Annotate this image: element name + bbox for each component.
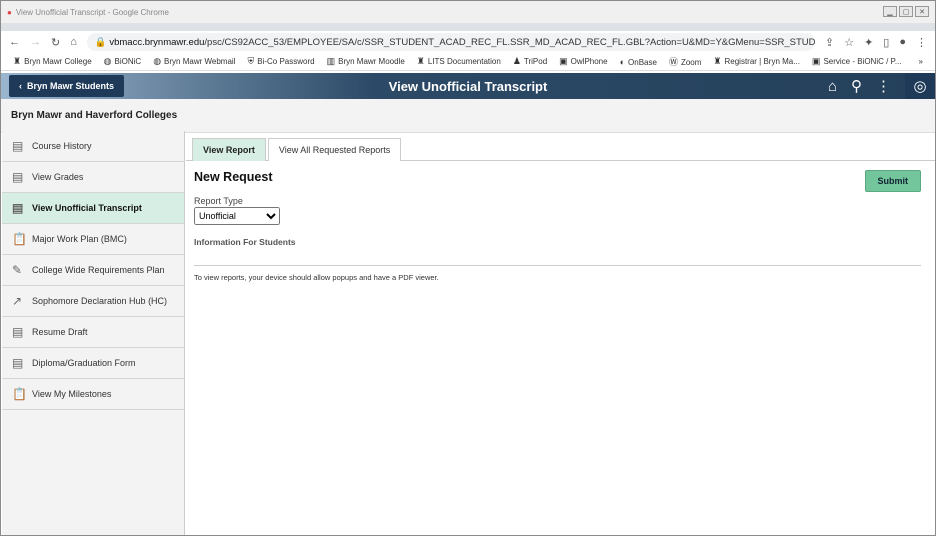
bookmark-item[interactable]: ▣ Service - BiONiC / P... [812, 56, 902, 67]
sidebar-item-icon: ▤ [12, 170, 24, 184]
home-icon[interactable]: ⌂ [828, 78, 837, 95]
bookmark-item[interactable]: ◍ Bryn Mawr Webmail [153, 56, 235, 67]
bookmark-icon: ♜ [416, 56, 425, 66]
menu-icon[interactable]: ⋮ [916, 36, 927, 49]
bookmark-icon: ♜ [713, 56, 722, 66]
bookmark-icon: ◍ [153, 56, 162, 66]
bookmark-icon: ♜ [13, 56, 22, 66]
browser-tab-strip[interactable] [1, 23, 935, 31]
home-icon[interactable]: ⌂ [70, 36, 77, 48]
sidebar-item[interactable]: ↗ Sophomore Declaration Hub (HC) [2, 286, 184, 317]
divider [194, 265, 921, 266]
star-icon[interactable]: ☆ [844, 36, 854, 49]
bookmark-item[interactable]: ♜ Bryn Mawr College [13, 56, 92, 67]
bookmark-item[interactable]: ♜ LITS Documentation [417, 56, 501, 67]
lock-icon: 🔒 [94, 36, 110, 48]
bookmarks-bar: ♜ Bryn Mawr College ◍ BiONiC ◍ Bryn Mawr Webm… [1, 53, 935, 71]
bookmark-icon: ♟ [512, 56, 521, 66]
sidebar-item-icon: ↗ [12, 294, 23, 308]
info-note: To view reports, your device should allo… [194, 273, 439, 282]
section-heading: New Request [194, 170, 273, 184]
extensions-icon[interactable]: ✦ [864, 36, 873, 49]
bookmark-item[interactable]: ▥ Bryn Mawr Moodle [327, 56, 405, 67]
navbar-compass-icon[interactable]: ◎ [905, 73, 935, 99]
bookmark-icon: ◍ [103, 56, 112, 66]
tab-view-report[interactable]: View Report [192, 138, 266, 161]
submit-button[interactable]: Submit [864, 170, 921, 192]
bookmark-icon: ▣ [811, 56, 821, 66]
window-titlebar: ● View Unofficial Transcript - Google Chr… [1, 1, 935, 23]
sidebar-item[interactable]: ▤ Course History [2, 131, 184, 162]
close-button[interactable]: ✕ [915, 6, 929, 17]
back-arrow-icon[interactable]: ← [9, 36, 20, 48]
sidebar-item-icon: ▤ [12, 139, 24, 153]
minimize-button[interactable]: ▁ [883, 6, 897, 17]
maximize-button[interactable]: ▢ [899, 6, 913, 17]
bookmark-icon: ◐ [619, 56, 626, 67]
bookmark-item[interactable]: ♜ Registrar | Bryn Ma... [713, 56, 800, 67]
page-header: ‹ Bryn Mawr Students View Unofficial Tra… [1, 73, 935, 99]
window-title: View Unofficial Transcript - Google Chro… [15, 7, 169, 17]
bookmark-item[interactable]: ▣ OwlPhone [559, 56, 607, 67]
info-heading: Information For Students [194, 237, 296, 247]
sidebar-item[interactable]: ▤ Diploma/Graduation Form [2, 348, 184, 379]
bookmark-item[interactable]: ♟ TriPod [513, 56, 547, 67]
sidebar-item[interactable]: ▤ Resume Draft [2, 317, 184, 348]
bookmark-item[interactable]: Ⓦ Zoom [669, 55, 701, 68]
bookmark-item[interactable]: ◐ OnBase [620, 57, 657, 67]
sidebar-item[interactable]: ✎ College Wide Requirements Plan [2, 255, 184, 286]
sidebar-item-icon: ▤ [12, 325, 24, 339]
bookmark-icon: ▣ [559, 56, 568, 66]
sidebar-item-icon: ✎ [12, 263, 23, 277]
search-icon[interactable]: ⚲ [851, 77, 862, 95]
org-name: Bryn Mawr and Haverford Colleges [1, 99, 935, 133]
bookmark-item[interactable]: ⛨ Bi-Co Password [247, 56, 314, 67]
more-bookmarks-icon[interactable]: » [919, 57, 923, 66]
chrome-icon: ● [7, 7, 12, 17]
back-button[interactable]: ‹ Bryn Mawr Students [9, 75, 125, 97]
sidebar-item-icon: ▤ [12, 201, 24, 215]
sidebar-item-icon: 📋 [12, 232, 27, 246]
report-type-label: Report Type [194, 196, 243, 206]
bookmark-icon: Ⓦ [668, 57, 678, 67]
sidebar-item[interactable]: 📋 View My Milestones [2, 379, 184, 410]
sidebar: ▤ Course History ▤ View Grades ▤ View Unoffic… [2, 131, 185, 535]
report-type-select[interactable]: Unofficial [194, 207, 280, 225]
tab-view-all-requested-reports[interactable]: View All Requested Reports [267, 138, 402, 161]
main-content: View Report View All Requested Reports N… [186, 131, 935, 535]
sidebar-item-icon: ▤ [12, 356, 24, 370]
address-bar[interactable]: 🔒 vbmacc.brynmawr.edu/psc/CS92ACC_53/EMP… [86, 33, 815, 51]
share-icon[interactable]: ⇪ [825, 36, 834, 49]
bookmark-icon: ⛨ [247, 56, 255, 66]
bookmark-item[interactable]: ◍ BiONiC [104, 56, 142, 67]
forward-arrow-icon[interactable]: → [30, 36, 41, 48]
sidebar-item[interactable]: ▤ View Grades [2, 162, 184, 193]
sidepanel-icon[interactable]: ▯ [883, 36, 889, 49]
page-title: View Unofficial Transcript [388, 78, 548, 94]
reload-icon[interactable]: ↻ [51, 36, 60, 49]
profile-icon[interactable]: ● [899, 36, 906, 48]
sidebar-item[interactable]: ▤ View Unofficial Transcript [2, 193, 184, 224]
bookmark-icon: ▥ [326, 56, 336, 66]
sidebar-item-icon: 📋 [12, 387, 27, 401]
actions-menu-icon[interactable]: ⋮ [876, 77, 891, 95]
sidebar-item[interactable]: 📋 Major Work Plan (BMC) [2, 224, 184, 255]
